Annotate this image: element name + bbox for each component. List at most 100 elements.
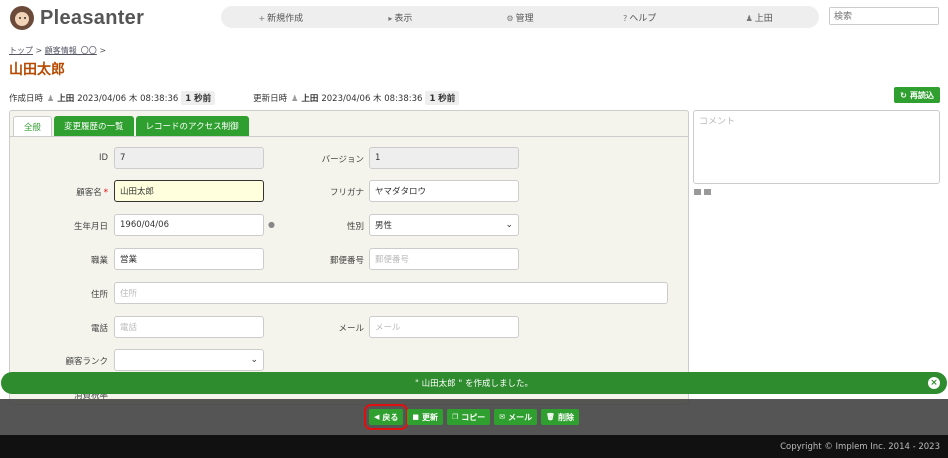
command-bar: ◀ 戻る ■ 更新 ❐ コピー ✉ メール 🗑 削除 bbox=[0, 399, 948, 435]
breadcrumb-separator: > bbox=[35, 46, 43, 55]
nav-manage-label: 管理 bbox=[515, 13, 534, 24]
breadcrumb-site[interactable]: 顧客情報_〇〇 bbox=[45, 46, 97, 55]
nav-manage[interactable]: ⚙ 管理 bbox=[460, 11, 580, 24]
logo-icon bbox=[10, 6, 34, 30]
mail-label: メール bbox=[508, 412, 533, 422]
user-icon: ♟ bbox=[47, 93, 55, 103]
chevron-down-icon: ⌄ bbox=[505, 220, 513, 230]
birthday-label: 生年月日 bbox=[73, 222, 108, 232]
updated-time: 2023/04/06 木 08:38:36 bbox=[321, 94, 423, 104]
delete-button[interactable]: 🗑 削除 bbox=[541, 409, 580, 425]
updated-label: 更新日時 bbox=[253, 94, 288, 104]
close-icon[interactable]: × bbox=[928, 377, 940, 389]
chevron-down-icon: ⌄ bbox=[250, 355, 258, 365]
furigana-label: フリガナ bbox=[329, 188, 364, 198]
plus-icon: + bbox=[258, 13, 266, 23]
mail-button[interactable]: ✉ メール bbox=[494, 409, 538, 425]
save-icon: ■ bbox=[412, 413, 419, 421]
address-input[interactable]: 住所 bbox=[114, 282, 668, 304]
tab-access-control[interactable]: レコードのアクセス制御 bbox=[135, 116, 249, 136]
furigana-input[interactable]: ヤマダタロウ bbox=[369, 180, 519, 202]
nav-user-label: 上田 bbox=[754, 13, 773, 24]
id-field: 7 bbox=[114, 147, 264, 169]
comment-toolbar bbox=[694, 189, 711, 195]
nav-view-label: 表示 bbox=[394, 13, 413, 24]
tab-history[interactable]: 変更履歴の一覧 bbox=[54, 116, 134, 136]
main-nav: + 新規作成 ▸ 表示 ⚙ 管理 ? ヘルプ ♟ 上田 bbox=[221, 6, 819, 28]
id-label: ID bbox=[98, 153, 108, 163]
copy-label: コピー bbox=[461, 412, 486, 422]
comment-input[interactable]: コメント bbox=[693, 110, 940, 184]
mail-label: メール bbox=[338, 324, 364, 334]
nav-view[interactable]: ▸ 表示 bbox=[341, 11, 461, 24]
gender-label: 性別 bbox=[346, 222, 364, 232]
nav-help[interactable]: ? ヘルプ bbox=[580, 11, 700, 24]
logo[interactable]: Pleasanter bbox=[10, 5, 144, 31]
job-input[interactable]: 営業 bbox=[114, 248, 264, 270]
nav-new[interactable]: + 新規作成 bbox=[221, 11, 341, 24]
nav-new-label: 新規作成 bbox=[267, 13, 304, 24]
gender-select[interactable]: 男性 ⌄ bbox=[369, 214, 519, 236]
footer: Copyright © Implem Inc. 2014 - 2023 bbox=[0, 435, 948, 458]
birthday-input[interactable]: 1960/04/06 bbox=[114, 214, 264, 236]
search-input[interactable] bbox=[829, 7, 939, 25]
job-label: 職業 bbox=[90, 256, 108, 266]
notification-text: " 山田太郎 " を作成しました。 bbox=[415, 379, 533, 389]
breadcrumb-separator: > bbox=[99, 46, 107, 55]
back-button[interactable]: ◀ 戻る bbox=[363, 404, 409, 430]
updated-ago: 1 秒前 bbox=[425, 91, 460, 105]
nav-user[interactable]: ♟ 上田 bbox=[699, 11, 819, 24]
reload-icon: ↻ bbox=[900, 90, 907, 100]
user-icon: ♟ bbox=[291, 93, 299, 103]
created-ago: 1 秒前 bbox=[181, 91, 216, 105]
phone-input[interactable]: 電話 bbox=[114, 316, 264, 338]
image-icon[interactable] bbox=[694, 189, 701, 195]
info-icon[interactable]: ● bbox=[268, 220, 275, 229]
header: Pleasanter + 新規作成 ▸ 表示 ⚙ 管理 ? ヘルプ ♟ 上田 bbox=[0, 0, 948, 36]
mail-icon: ✉ bbox=[499, 413, 506, 421]
created-label: 作成日時 bbox=[9, 94, 44, 104]
created-time: 2023/04/06 木 08:38:36 bbox=[77, 94, 179, 104]
updated-user[interactable]: 上田 bbox=[301, 92, 318, 104]
update-label: 更新 bbox=[421, 412, 438, 422]
page-title: 山田太郎 bbox=[9, 62, 65, 78]
address-label: 住所 bbox=[90, 290, 108, 300]
rank-label: 顧客ランク bbox=[65, 357, 108, 367]
triangle-right-icon: ▸ bbox=[388, 13, 393, 23]
record-meta: 作成日時 ♟ 上田 2023/04/06 木 08:38:36 1 秒前 更新日… bbox=[9, 91, 460, 105]
nav-help-label: ヘルプ bbox=[629, 13, 657, 24]
gender-value: 男性 bbox=[375, 221, 393, 231]
back-icon: ◀ bbox=[373, 413, 380, 421]
copyright-text: Copyright © Implem Inc. 2014 - 2023 bbox=[780, 441, 940, 452]
customer-name-label: 顧客名 * bbox=[50, 186, 108, 198]
required-mark: * bbox=[103, 188, 108, 198]
customer-name-input[interactable]: 山田太郎 bbox=[114, 180, 264, 202]
back-label: 戻る bbox=[382, 412, 399, 422]
postal-input[interactable]: 郵便番号 bbox=[369, 248, 519, 270]
customer-name-label-text: 顧客名 bbox=[76, 188, 102, 198]
delete-label: 削除 bbox=[558, 412, 575, 422]
file-icon[interactable] bbox=[704, 189, 711, 195]
copy-icon: ❐ bbox=[451, 413, 459, 421]
created-user[interactable]: 上田 bbox=[57, 92, 74, 104]
phone-label: 電話 bbox=[90, 324, 108, 334]
postal-label: 郵便番号 bbox=[329, 256, 364, 266]
gear-icon: ⚙ bbox=[506, 13, 514, 23]
tab-general[interactable]: 全般 bbox=[13, 116, 53, 136]
trash-icon: 🗑 bbox=[546, 413, 556, 421]
logo-text: Pleasanter bbox=[40, 6, 145, 29]
reload-label: 再読込 bbox=[909, 90, 934, 100]
user-icon: ♟ bbox=[745, 13, 753, 23]
version-field: 1 bbox=[369, 147, 519, 169]
breadcrumb-top[interactable]: トップ bbox=[9, 46, 33, 55]
breadcrumb: トップ > 顧客情報_〇〇 > bbox=[9, 45, 106, 56]
version-label: バージョン bbox=[321, 155, 364, 165]
mail-input[interactable]: メール bbox=[369, 316, 519, 338]
copy-button[interactable]: ❐ コピー bbox=[446, 409, 491, 425]
rank-select[interactable]: ⌄ bbox=[114, 349, 264, 371]
notification-bar: " 山田太郎 " を作成しました。 × bbox=[1, 372, 947, 394]
update-button[interactable]: ■ 更新 bbox=[407, 409, 443, 425]
reload-button[interactable]: ↻ 再読込 bbox=[894, 87, 940, 103]
editor-panel: 全般 変更履歴の一覧 レコードのアクセス制御 ID 7 バージョン 1 顧客名 *… bbox=[9, 110, 689, 405]
question-icon: ? bbox=[622, 13, 628, 23]
